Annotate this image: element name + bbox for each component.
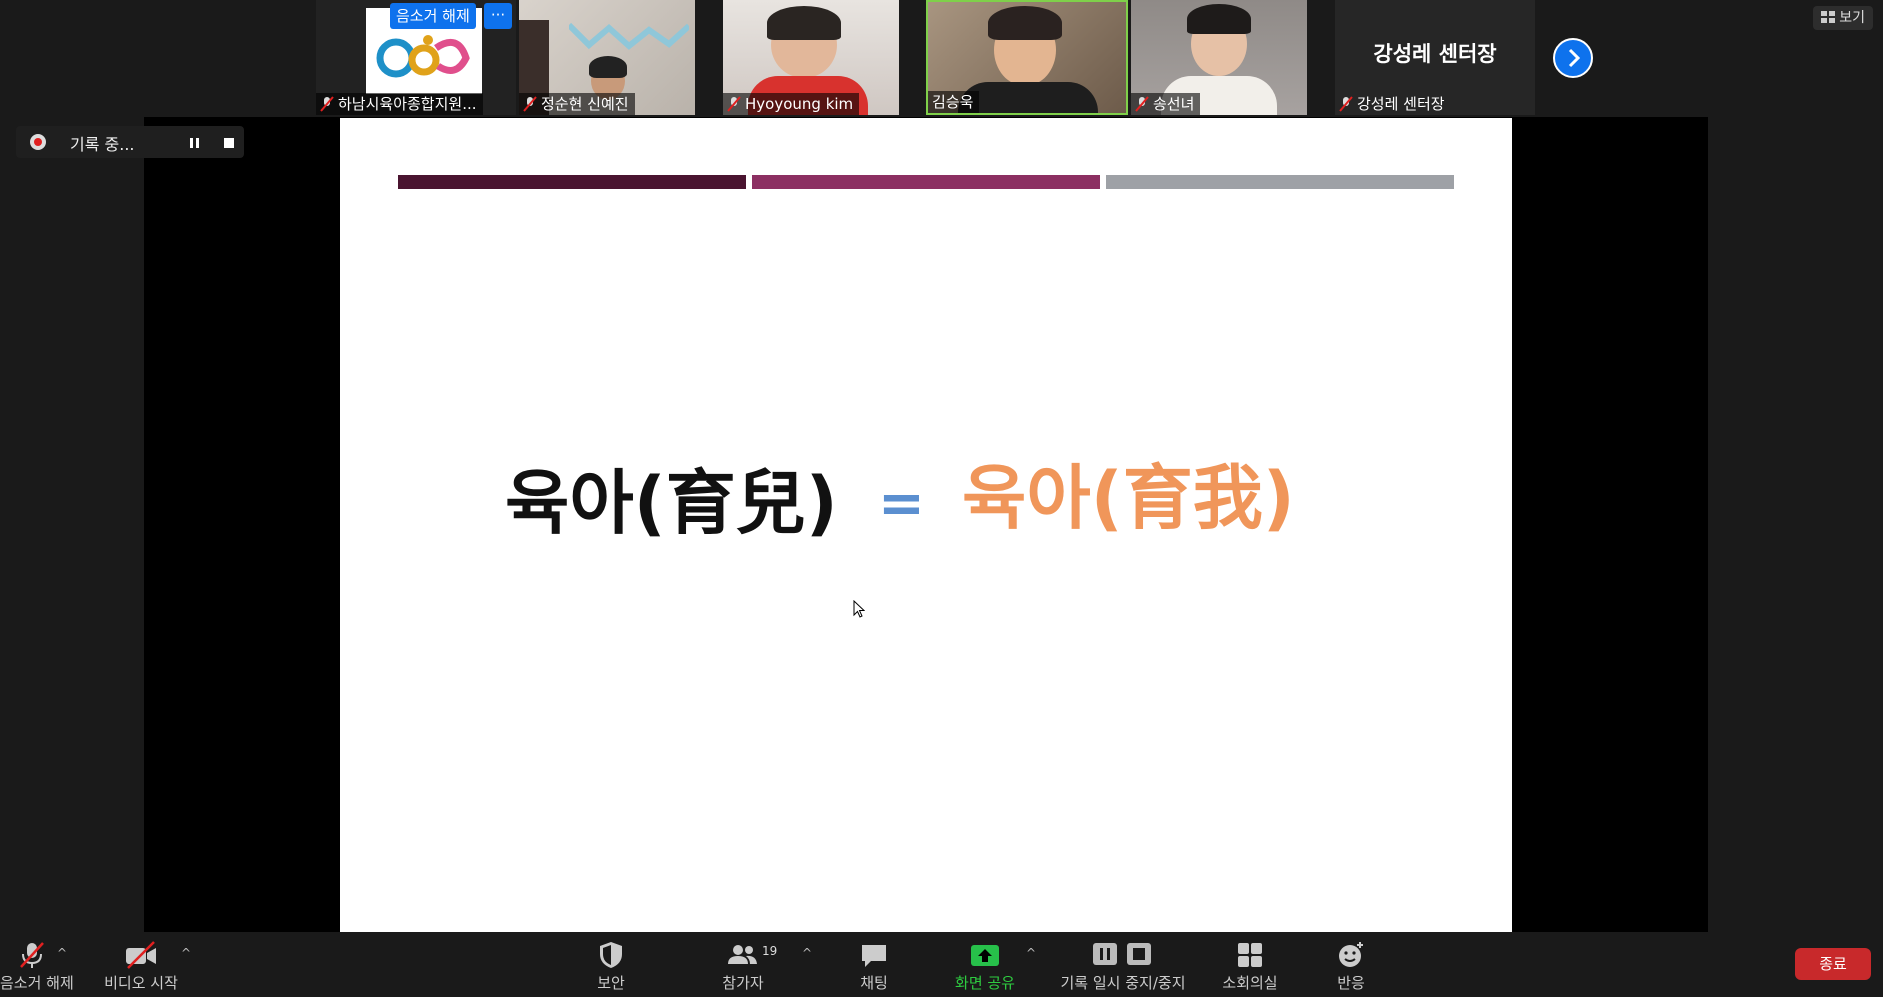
unmute-request-button[interactable]: 음소거 해제 bbox=[390, 3, 476, 29]
participants-options-caret[interactable]: ^ bbox=[802, 946, 812, 960]
video-options-caret[interactable]: ^ bbox=[181, 946, 191, 960]
start-video-button[interactable]: 비디오 시작 bbox=[96, 932, 186, 997]
recording-label: 기록 중... bbox=[70, 135, 135, 154]
participants-icon bbox=[728, 945, 757, 964]
participants-label: 참가자 bbox=[722, 974, 764, 992]
participant-name: 강성레 센터장 bbox=[1335, 93, 1451, 115]
participant-name-text: 정순현 신예진 bbox=[541, 95, 629, 113]
participant-tile-1[interactable]: 음소거 해제 ··· 하남시육아종합지원... bbox=[316, 0, 516, 115]
person-hair bbox=[589, 56, 627, 78]
participant-name-text: 하남시육아종합지원... bbox=[338, 95, 477, 113]
start-video-label: 비디오 시작 bbox=[104, 974, 178, 992]
participant-tile-3[interactable]: Hyoyoung kim bbox=[723, 0, 899, 115]
participants-count: 19 bbox=[762, 944, 778, 958]
breakout-rooms-label: 소회의실 bbox=[1222, 974, 1278, 992]
slide-equals: = bbox=[878, 471, 925, 536]
person-hair bbox=[988, 6, 1062, 40]
reactions-button[interactable]: 반응 bbox=[1320, 932, 1382, 997]
slide-bar-3 bbox=[1106, 175, 1454, 189]
participant-display-name: 강성레 센터장 bbox=[1373, 42, 1497, 66]
unmute-label: 음소거 해제 bbox=[0, 974, 74, 992]
unmute-button[interactable]: 음소거 해제 bbox=[0, 932, 74, 997]
mic-muted-icon bbox=[20, 942, 44, 968]
person-hair bbox=[1187, 4, 1251, 34]
chat-button[interactable]: 채팅 bbox=[843, 932, 905, 997]
next-page-button[interactable] bbox=[1553, 38, 1593, 78]
share-options-caret[interactable]: ^ bbox=[1026, 946, 1036, 960]
recording-indicator: 기록 중... bbox=[16, 126, 244, 158]
reactions-label: 반응 bbox=[1337, 974, 1365, 992]
slide-bar-2 bbox=[752, 175, 1100, 189]
participants-button[interactable]: 참가자 bbox=[712, 932, 774, 997]
view-button[interactable]: 보기 bbox=[1813, 6, 1873, 30]
participant-name: 정순현 신예진 bbox=[519, 93, 635, 115]
pause-icon bbox=[190, 138, 199, 148]
chevron-right-icon bbox=[1568, 48, 1581, 68]
participant-name-text: 김승욱 bbox=[932, 93, 974, 111]
slide-bar-1 bbox=[398, 175, 746, 189]
breakout-rooms-icon bbox=[1238, 943, 1262, 967]
end-meeting-button[interactable]: 종료 bbox=[1795, 948, 1871, 980]
presentation-slide: 육아(育兒) = 육아(育我) bbox=[340, 118, 1512, 932]
pause-recording-button[interactable] bbox=[188, 135, 202, 149]
participant-name: 송선녀 bbox=[1131, 93, 1201, 115]
meeting-toolbar: 음소거 해제 ^ 비디오 시작 ^ 보안 참가자 19 ^ 채팅 화면 공유 ^… bbox=[0, 932, 1883, 997]
breakout-rooms-button[interactable]: 소회의실 bbox=[1219, 932, 1281, 997]
pause-stop-icon bbox=[1093, 943, 1151, 965]
share-screen-label: 화면 공유 bbox=[955, 974, 1015, 992]
person-hair bbox=[767, 6, 841, 40]
stop-icon bbox=[224, 138, 234, 148]
share-screen-button[interactable]: 화면 공유 bbox=[945, 932, 1025, 997]
mic-muted-icon bbox=[523, 96, 537, 112]
bunting-decoration bbox=[569, 22, 689, 50]
security-label: 보안 bbox=[597, 974, 625, 992]
participant-tile-2[interactable]: 정순현 신예진 bbox=[519, 0, 695, 115]
grid-view-icon bbox=[1821, 11, 1836, 23]
video-off-icon bbox=[126, 941, 156, 969]
recording-dot-icon bbox=[30, 134, 46, 150]
audio-options-caret[interactable]: ^ bbox=[57, 946, 67, 960]
mic-muted-icon bbox=[320, 96, 334, 112]
chat-bubble-icon bbox=[862, 945, 886, 967]
share-screen-icon bbox=[971, 945, 999, 966]
participant-name: Hyoyoung kim bbox=[723, 93, 860, 115]
participant-tile-5[interactable]: 송선녀 bbox=[1131, 0, 1307, 115]
shield-icon bbox=[600, 942, 622, 968]
view-button-label: 보기 bbox=[1839, 10, 1865, 26]
security-button[interactable]: 보안 bbox=[580, 932, 642, 997]
participant-tile-6[interactable]: 강성레 센터장 강성레 센터장 bbox=[1335, 0, 1535, 115]
chat-label: 채팅 bbox=[860, 974, 888, 992]
participant-name-text: 강성레 센터장 bbox=[1357, 95, 1445, 113]
recording-controls-label: 기록 일시 중지/중지 bbox=[1060, 974, 1186, 992]
mic-muted-icon bbox=[1339, 96, 1353, 112]
participant-name: 하남시육아종합지원... bbox=[316, 93, 483, 115]
slide-right-term: 육아(育我) bbox=[962, 457, 1295, 539]
slide-left-term: 육아(育兒) bbox=[505, 462, 838, 544]
smiley-icon bbox=[1339, 942, 1363, 967]
participant-name-text: Hyoyoung kim bbox=[745, 95, 854, 113]
participant-name-text: 송선녀 bbox=[1153, 95, 1195, 113]
more-options-button[interactable]: ··· bbox=[484, 3, 512, 29]
participant-tile-4-active-speaker[interactable]: 김승욱 bbox=[926, 0, 1128, 115]
participant-name: 김승욱 bbox=[928, 91, 980, 113]
mic-muted-icon bbox=[1135, 96, 1149, 112]
mouse-cursor-icon bbox=[853, 600, 865, 618]
recording-controls-button[interactable]: 기록 일시 중지/중지 bbox=[1055, 932, 1191, 997]
mic-muted-icon bbox=[727, 96, 741, 112]
stop-recording-button[interactable] bbox=[222, 135, 236, 149]
